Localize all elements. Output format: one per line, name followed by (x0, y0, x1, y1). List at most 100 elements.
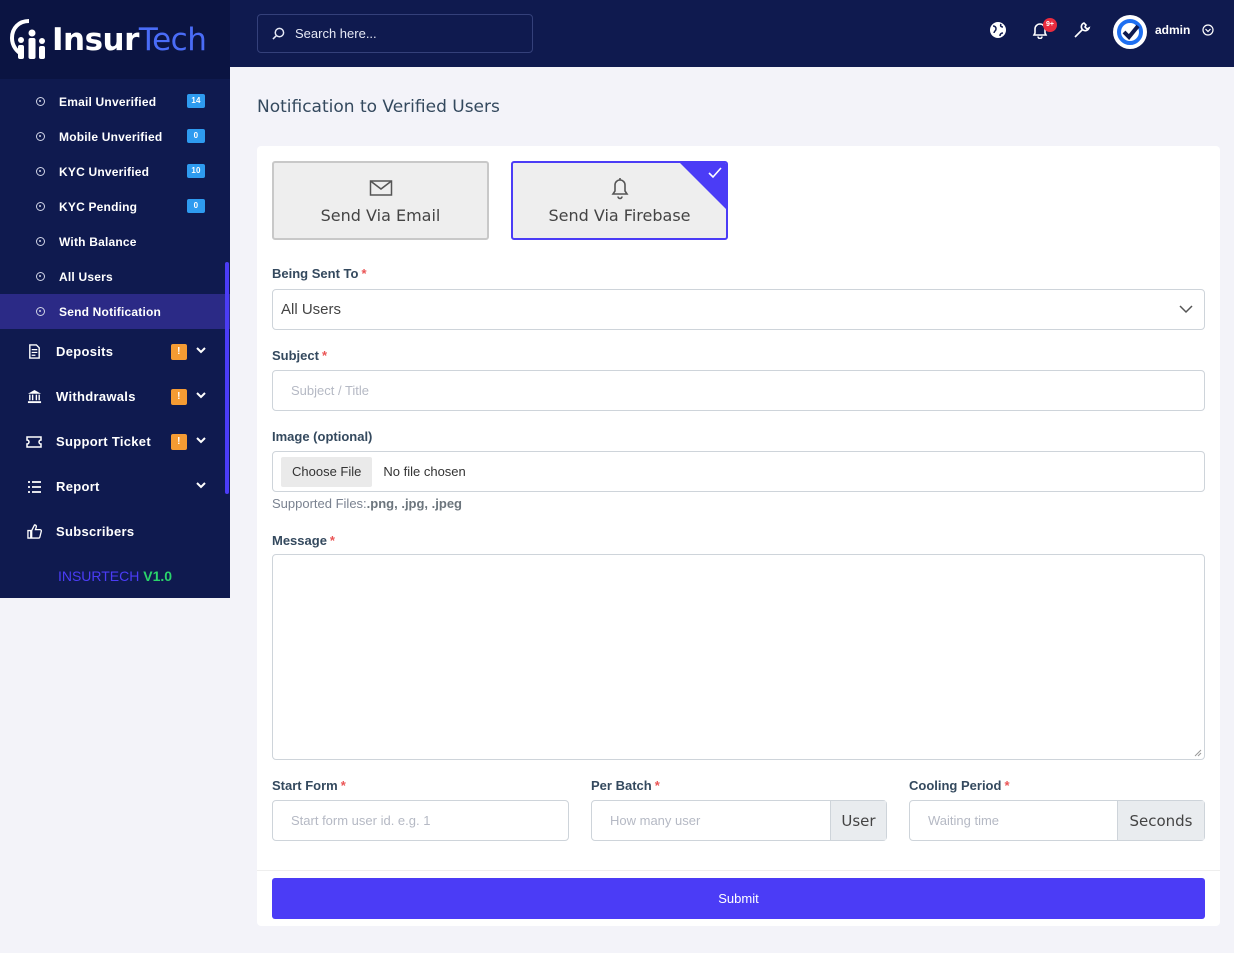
per-batch-addon: User (830, 801, 886, 840)
subject-label: Subject * (272, 348, 328, 363)
sidebar-item-deposits[interactable]: Deposits ! (0, 329, 230, 374)
sidebar-item-label: Deposits (56, 344, 114, 359)
sidebar-item-label: All Users (59, 269, 113, 284)
cooling-period-placeholder: Waiting time (928, 813, 1000, 828)
bank-icon (26, 389, 42, 405)
wrench-icon[interactable] (1072, 20, 1092, 40)
sidebar-item-withdrawals[interactable]: Withdrawals ! (0, 374, 230, 419)
notification-form-card: Send Via Email Send Via Firebase Being S… (257, 146, 1220, 926)
insurtech-logo-icon (10, 18, 45, 59)
chevron-down-icon (196, 482, 206, 489)
per-batch-label: Per Batch * (591, 778, 660, 793)
deposit-icon (26, 344, 42, 360)
sidebar-item-label: Email Unverified (59, 94, 157, 109)
search-icon (272, 27, 285, 40)
sidebar-item-support-ticket[interactable]: Support Ticket ! (0, 419, 230, 464)
sidebar-item-email-unverified[interactable]: Email Unverified 14 (0, 84, 230, 119)
page-title: Notification to Verified Users (257, 97, 500, 117)
chevron-down-icon (196, 347, 206, 354)
sidebar-item-with-balance[interactable]: With Balance (0, 224, 230, 259)
no-file-text: No file chosen (383, 464, 466, 479)
search-input[interactable]: Search here... (257, 14, 533, 53)
sidebar-item-label: Withdrawals (56, 389, 136, 404)
sidebar-scrollbar[interactable] (225, 262, 229, 494)
method-label: Send Via Email (320, 206, 441, 225)
send-via-firebase-option[interactable]: Send Via Firebase (511, 161, 728, 240)
send-via-email-option[interactable]: Send Via Email (272, 161, 489, 240)
sidebar-item-label: Report (56, 479, 100, 494)
brand-name: InsurTech (52, 21, 207, 58)
count-badge: 10 (187, 164, 205, 178)
image-file-input[interactable]: Choose File No file chosen (272, 451, 1205, 492)
circle-dot-icon (36, 307, 45, 316)
thumbs-up-icon (26, 524, 42, 540)
start-form-label: Start Form * (272, 778, 346, 793)
sidebar-item-label: Subscribers (56, 524, 135, 539)
method-label: Send Via Firebase (548, 206, 691, 225)
warning-badge: ! (171, 344, 187, 360)
notification-badge: 9+ (1043, 18, 1057, 32)
cooling-period-label: Cooling Period * (909, 778, 1010, 793)
circle-dot-icon (36, 237, 45, 246)
chevron-down-circle-icon[interactable] (1202, 24, 1214, 36)
select-value: All Users (281, 301, 342, 318)
warning-badge: ! (171, 389, 187, 405)
chevron-down-icon (196, 437, 206, 444)
sidebar-item-send-notification[interactable]: Send Notification (0, 294, 230, 329)
count-badge: 14 (187, 94, 205, 108)
sidebar-item-label: Mobile Unverified (59, 129, 163, 144)
sidebar-item-report[interactable]: Report (0, 464, 230, 509)
brand-logo[interactable]: InsurTech (0, 0, 230, 79)
list-icon (26, 479, 42, 495)
message-label: Message * (272, 533, 335, 548)
warning-badge: ! (171, 434, 187, 450)
being-sent-to-select[interactable]: All Users (272, 289, 1205, 330)
bell-icon (610, 176, 630, 200)
subject-input[interactable]: Subject / Title (272, 370, 1205, 411)
sidebar-item-subscribers[interactable]: Subscribers (0, 509, 230, 554)
circle-dot-icon (36, 132, 45, 141)
circle-dot-icon (36, 202, 45, 211)
globe-icon[interactable] (988, 20, 1008, 40)
circle-dot-icon (36, 97, 45, 106)
start-form-input[interactable]: Start form user id. e.g. 1 (272, 800, 569, 841)
per-batch-input[interactable]: How many user User (591, 800, 887, 841)
subject-placeholder: Subject / Title (291, 383, 370, 398)
chevron-down-icon (1179, 305, 1193, 314)
sidebar-item-label: Support Ticket (56, 434, 151, 449)
divider (257, 870, 1220, 871)
circle-dot-icon (36, 272, 45, 281)
user-name[interactable]: admin (1155, 23, 1190, 37)
avatar[interactable] (1113, 15, 1147, 49)
being-sent-to-label: Being Sent To * (272, 266, 367, 281)
resize-handle-icon[interactable] (1194, 749, 1202, 757)
sidebar-item-label: With Balance (59, 234, 137, 249)
sidebar-item-all-users[interactable]: All Users (0, 259, 230, 294)
sidebar-item-kyc-unverified[interactable]: KYC Unverified 10 (0, 154, 230, 189)
envelope-icon (369, 176, 393, 200)
chevron-down-icon (196, 392, 206, 399)
sidebar-item-label: KYC Pending (59, 199, 138, 214)
sidebar-item-mobile-unverified[interactable]: Mobile Unverified 0 (0, 119, 230, 154)
sidebar-item-label: KYC Unverified (59, 164, 150, 179)
cooling-period-input[interactable]: Waiting time Seconds (909, 800, 1205, 841)
sidebar-item-label: Send Notification (59, 304, 162, 319)
sidebar-item-kyc-pending[interactable]: KYC Pending 0 (0, 189, 230, 224)
ticket-icon (26, 434, 42, 450)
cooling-period-addon: Seconds (1117, 801, 1204, 840)
image-label: Image (optional) (272, 429, 373, 444)
count-badge: 0 (187, 129, 205, 143)
sidebar: InsurTech Email Unverified 14 Mobile Unv… (0, 0, 230, 598)
message-textarea[interactable] (272, 554, 1205, 760)
per-batch-placeholder: How many user (610, 813, 701, 828)
check-icon (708, 167, 722, 179)
submit-button[interactable]: Submit (272, 878, 1205, 919)
supported-files-hint: Supported Files:.png, .jpg, .jpeg (272, 496, 462, 511)
circle-dot-icon (36, 167, 45, 176)
search-placeholder: Search here... (295, 26, 377, 41)
topbar: Search here... 9+ admin (230, 0, 1234, 67)
count-badge: 0 (187, 199, 205, 213)
check-circle-icon (1117, 19, 1143, 45)
start-form-placeholder: Start form user id. e.g. 1 (291, 813, 431, 828)
choose-file-button[interactable]: Choose File (281, 456, 373, 487)
